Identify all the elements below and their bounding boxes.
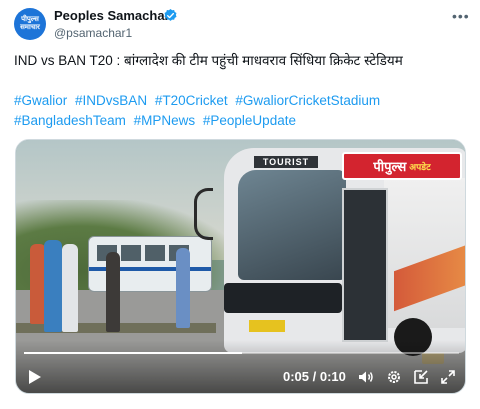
avatar[interactable]: पीपुल्स समाचार [14, 8, 46, 40]
video-progress-bar[interactable] [24, 352, 459, 354]
hashtag-list: #Gwalior #INDvsBAN #T20Cricket #GwaliorC… [14, 91, 466, 131]
avatar-text-line2: समाचार [20, 24, 40, 31]
exit-fullscreen-icon[interactable] [413, 369, 429, 385]
more-horizontal-icon[interactable]: ••• [452, 8, 470, 24]
video-player[interactable]: TOURIST पीपुल्स अपडेट 0:05 / 0:10 [15, 139, 466, 394]
avatar-text-line1: पीपुल्स [21, 16, 39, 23]
hashtag-mpnews[interactable]: #MPNews [134, 113, 196, 128]
fullscreen-icon[interactable] [440, 369, 456, 385]
verified-badge-icon [164, 8, 177, 21]
video-time-display: 0:05 / 0:10 [283, 369, 346, 384]
play-icon[interactable] [28, 369, 42, 385]
account-handle[interactable]: @psamachar1 [54, 26, 132, 40]
video-frame-person [62, 244, 78, 332]
hashtag-bangladeshteam[interactable]: #BangladeshTeam [14, 113, 126, 128]
video-frame-person [44, 240, 62, 332]
account-name[interactable]: Peoples Samachar [54, 8, 170, 23]
tweet-post: पीपुल्स समाचार Peoples Samachar @psamach… [0, 0, 480, 409]
hashtag-gwaliorcricketstadium[interactable]: #GwaliorCricketStadium [235, 93, 380, 108]
video-current-time: 0:05 [283, 369, 310, 384]
bus-destination-sign: TOURIST [254, 156, 318, 168]
hashtag-peopleupdate[interactable]: #PeopleUpdate [203, 113, 296, 128]
video-time-separator: / [309, 369, 320, 384]
settings-icon[interactable] [386, 369, 402, 385]
watermark-sub-text: अपडेट [409, 161, 431, 172]
hashtag-t20cricket[interactable]: #T20Cricket [155, 93, 228, 108]
video-progress-fill [24, 352, 242, 354]
video-duration: 0:10 [319, 369, 346, 384]
watermark-main-text: पीपुल्स [373, 159, 407, 174]
video-frame-person [106, 252, 120, 332]
video-frame-person [176, 248, 190, 328]
hashtag-indvsban[interactable]: #INDvsBAN [75, 93, 147, 108]
post-text: IND vs BAN T20 : बांग्लादेश की टीम पहुंच… [14, 53, 403, 68]
video-controls-bar [16, 340, 465, 393]
channel-watermark-badge: पीपुल्स अपडेट [342, 152, 462, 180]
volume-icon[interactable] [358, 369, 374, 385]
hashtag-gwalior[interactable]: #Gwalior [14, 93, 67, 108]
